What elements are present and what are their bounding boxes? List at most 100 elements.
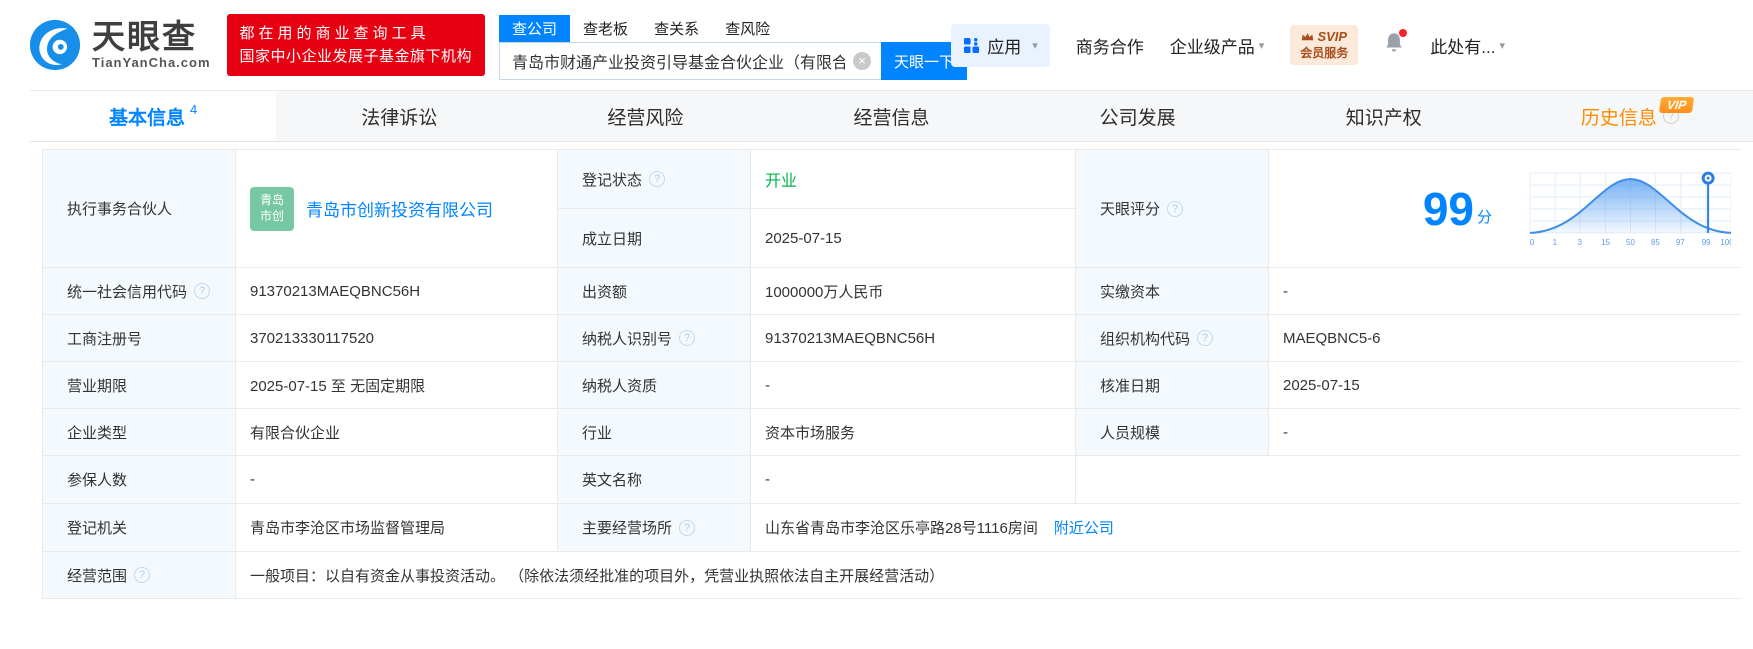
score-marker-dot (1706, 176, 1710, 180)
value-registration-authority: 青岛市李沧区市场监督管理局 (236, 504, 558, 552)
value-insured-count: - (236, 456, 558, 504)
value-registration-number: 370213330117520 (236, 315, 558, 362)
label-executive-partner-text: 执行事务合伙人 (67, 201, 173, 218)
label-credit-code-text: 统一社会信用代码 (67, 283, 188, 301)
label-taxpayer-qualification: 纳税人资质 (558, 362, 751, 409)
partner-company-link[interactable]: 青岛市创新投资有限公司 (306, 196, 493, 221)
tab-lawsuits[interactable]: 法律诉讼 (276, 91, 522, 141)
taxpayer-id-text: 91370213MAEQBNC56H (765, 329, 936, 347)
promo-banner: 都在用的商业查询工具 国家中小企业发展子基金旗下机构 (226, 13, 486, 77)
credit-code-help-icon[interactable] (194, 283, 211, 299)
basic-info-table: 执行事务合伙人 青岛 市创 青岛市创新投资有限公司 登记状态 开业 成立日期 2… (42, 149, 1741, 599)
tab-operating-risk[interactable]: 经营风险 (522, 91, 768, 141)
nearby-companies-link[interactable]: 附近公司 (1054, 517, 1114, 538)
brand-name: 天眼查 (92, 18, 197, 56)
taxpayer-id-help-icon[interactable] (679, 330, 696, 346)
status-open-text: 开业 (765, 173, 798, 190)
nav-business-cooperation[interactable]: 商务合作 (1076, 33, 1144, 58)
tab-operating-risk-label: 经营风险 (607, 107, 684, 129)
svip-member-service[interactable]: SVIP 会员服务 (1290, 25, 1359, 65)
axis-tick-15: 15 (1601, 237, 1610, 246)
value-approval-date: 2025-07-15 (1269, 362, 1741, 409)
axis-tick-100: 100 (1720, 237, 1731, 246)
partner-avatar-line1: 青岛 (259, 192, 284, 207)
label-approval-date: 核准日期 (1076, 362, 1269, 409)
notifications-button[interactable] (1384, 29, 1408, 59)
score-distribution-chart: 0 1 3 15 50 85 97 99 100 (1529, 171, 1731, 246)
business-scope-help-icon[interactable] (134, 567, 151, 583)
registration-authority-text: 青岛市李沧区市场监督管理局 (250, 520, 446, 537)
search-tab-relation[interactable]: 查关系 (641, 15, 712, 42)
label-approval-date-text: 核准日期 (1100, 377, 1161, 395)
tab-company-development-label: 公司发展 (1099, 107, 1176, 129)
insured-count-text: - (250, 471, 255, 488)
registration-number-text: 370213330117520 (250, 329, 375, 347)
label-registration-authority-text: 登记机关 (67, 520, 128, 537)
label-company-type-text: 企业类型 (67, 424, 128, 442)
label-company-type: 企业类型 (43, 409, 236, 456)
tab-operating-info[interactable]: 经营信息 (768, 91, 1014, 141)
vip-badge: VIP (1658, 97, 1695, 113)
value-business-scope: 一般项目：以自有资金从事投资活动。 （除依法须经批准的项目外，凭营业执照依法自主… (236, 552, 1741, 599)
value-main-premises: 山东省青岛市李沧区乐亭路28号1116房间 附近公司 (751, 504, 1741, 552)
org-code-text: MAEQBNC5-6 (1283, 329, 1381, 347)
main-premises-help-icon[interactable] (679, 519, 696, 536)
value-credit-code: 91370213MAEQBNC56H (236, 268, 558, 315)
tab-intellectual-property[interactable]: 知识产权 (1261, 91, 1507, 141)
tab-history-info[interactable]: VIP 历史信息 (1507, 91, 1753, 141)
search-tab-risk[interactable]: 查风险 (712, 15, 783, 42)
tab-basic-info[interactable]: 基本信息 4 (30, 91, 277, 141)
search-tabs: 查公司 查老板 查关系 查风险 (499, 15, 967, 42)
label-executive-partner: 执行事务合伙人 (43, 150, 236, 268)
label-establish-date-text: 成立日期 (582, 230, 643, 248)
org-code-help-icon[interactable] (1197, 330, 1214, 346)
nav-enterprise-products[interactable]: 企业级产品 (1170, 33, 1265, 58)
value-business-term: 2025-07-15 至 无固定期限 (236, 362, 558, 409)
label-staff-size-text: 人员规模 (1100, 424, 1161, 442)
business-scope-text: 一般项目：以自有资金从事投资活动。 （除依法须经批准的项目外，凭营业执照依法自主… (250, 567, 945, 585)
score-number: 99 分 (1423, 186, 1492, 232)
staff-size-text: - (1283, 423, 1288, 441)
score-value-text: 99 (1422, 182, 1474, 235)
tianyan-score-help-icon[interactable] (1167, 200, 1184, 217)
label-registration-number-text: 工商注册号 (67, 330, 143, 348)
registration-status-help-icon[interactable] (649, 171, 666, 187)
label-registration-status: 登记状态 (558, 150, 751, 209)
label-insured-count: 参保人数 (43, 456, 236, 504)
label-taxpayer-id-text: 纳税人识别号 (582, 330, 673, 348)
tianyancha-logo-icon (29, 19, 81, 71)
label-tianyan-score: 天眼评分 (1076, 150, 1269, 268)
label-tianyan-score-text: 天眼评分 (1100, 201, 1161, 218)
label-staff-size: 人员规模 (1076, 409, 1269, 456)
credit-code-text: 91370213MAEQBNC56H (250, 282, 421, 300)
label-business-scope-text: 经营范围 (67, 567, 128, 585)
clear-search-icon[interactable] (853, 52, 872, 70)
tab-basic-info-label: 基本信息 (108, 107, 185, 129)
label-org-code-text: 组织机构代码 (1100, 330, 1191, 348)
empty-cell (1076, 456, 1741, 504)
search-tab-boss[interactable]: 查老板 (570, 15, 641, 42)
business-term-text: 2025-07-15 至 无固定期限 (250, 377, 426, 395)
english-name-text: - (765, 471, 770, 488)
partner-avatar-line2: 市创 (259, 208, 284, 223)
tab-company-development[interactable]: 公司发展 (1015, 91, 1261, 141)
axis-tick-1: 1 (1553, 237, 1558, 246)
tianyancha-logo[interactable]: 天眼查 TianYanCha.com (28, 18, 211, 72)
main-premises-text: 山东省青岛市李沧区乐亭路28号1116房间 (765, 520, 1038, 537)
value-establish-date: 2025-07-15 (751, 209, 1076, 268)
label-registration-status-text: 登记状态 (582, 171, 643, 189)
search-tab-company[interactable]: 查公司 (499, 15, 571, 42)
label-registration-authority: 登记机关 (43, 504, 236, 552)
axis-tick-99: 99 (1702, 237, 1711, 246)
label-taxpayer-id: 纳税人识别号 (558, 315, 751, 362)
header-nav: 应用 商务合作 企业级产品 SVIP 会员服务 此处有... (951, 0, 1505, 90)
value-executive-partner: 青岛 市创 青岛市创新投资有限公司 (236, 150, 558, 268)
chart-axis-labels: 0 1 3 15 50 85 97 99 100 (1530, 237, 1731, 246)
user-menu[interactable]: 此处有... (1430, 33, 1505, 58)
value-english-name: - (751, 456, 1076, 504)
search-input[interactable] (499, 42, 882, 80)
crown-icon (1302, 32, 1314, 40)
value-company-type: 有限合伙企业 (236, 409, 558, 456)
apps-menu[interactable]: 应用 (951, 23, 1050, 67)
label-insured-count-text: 参保人数 (67, 472, 128, 489)
